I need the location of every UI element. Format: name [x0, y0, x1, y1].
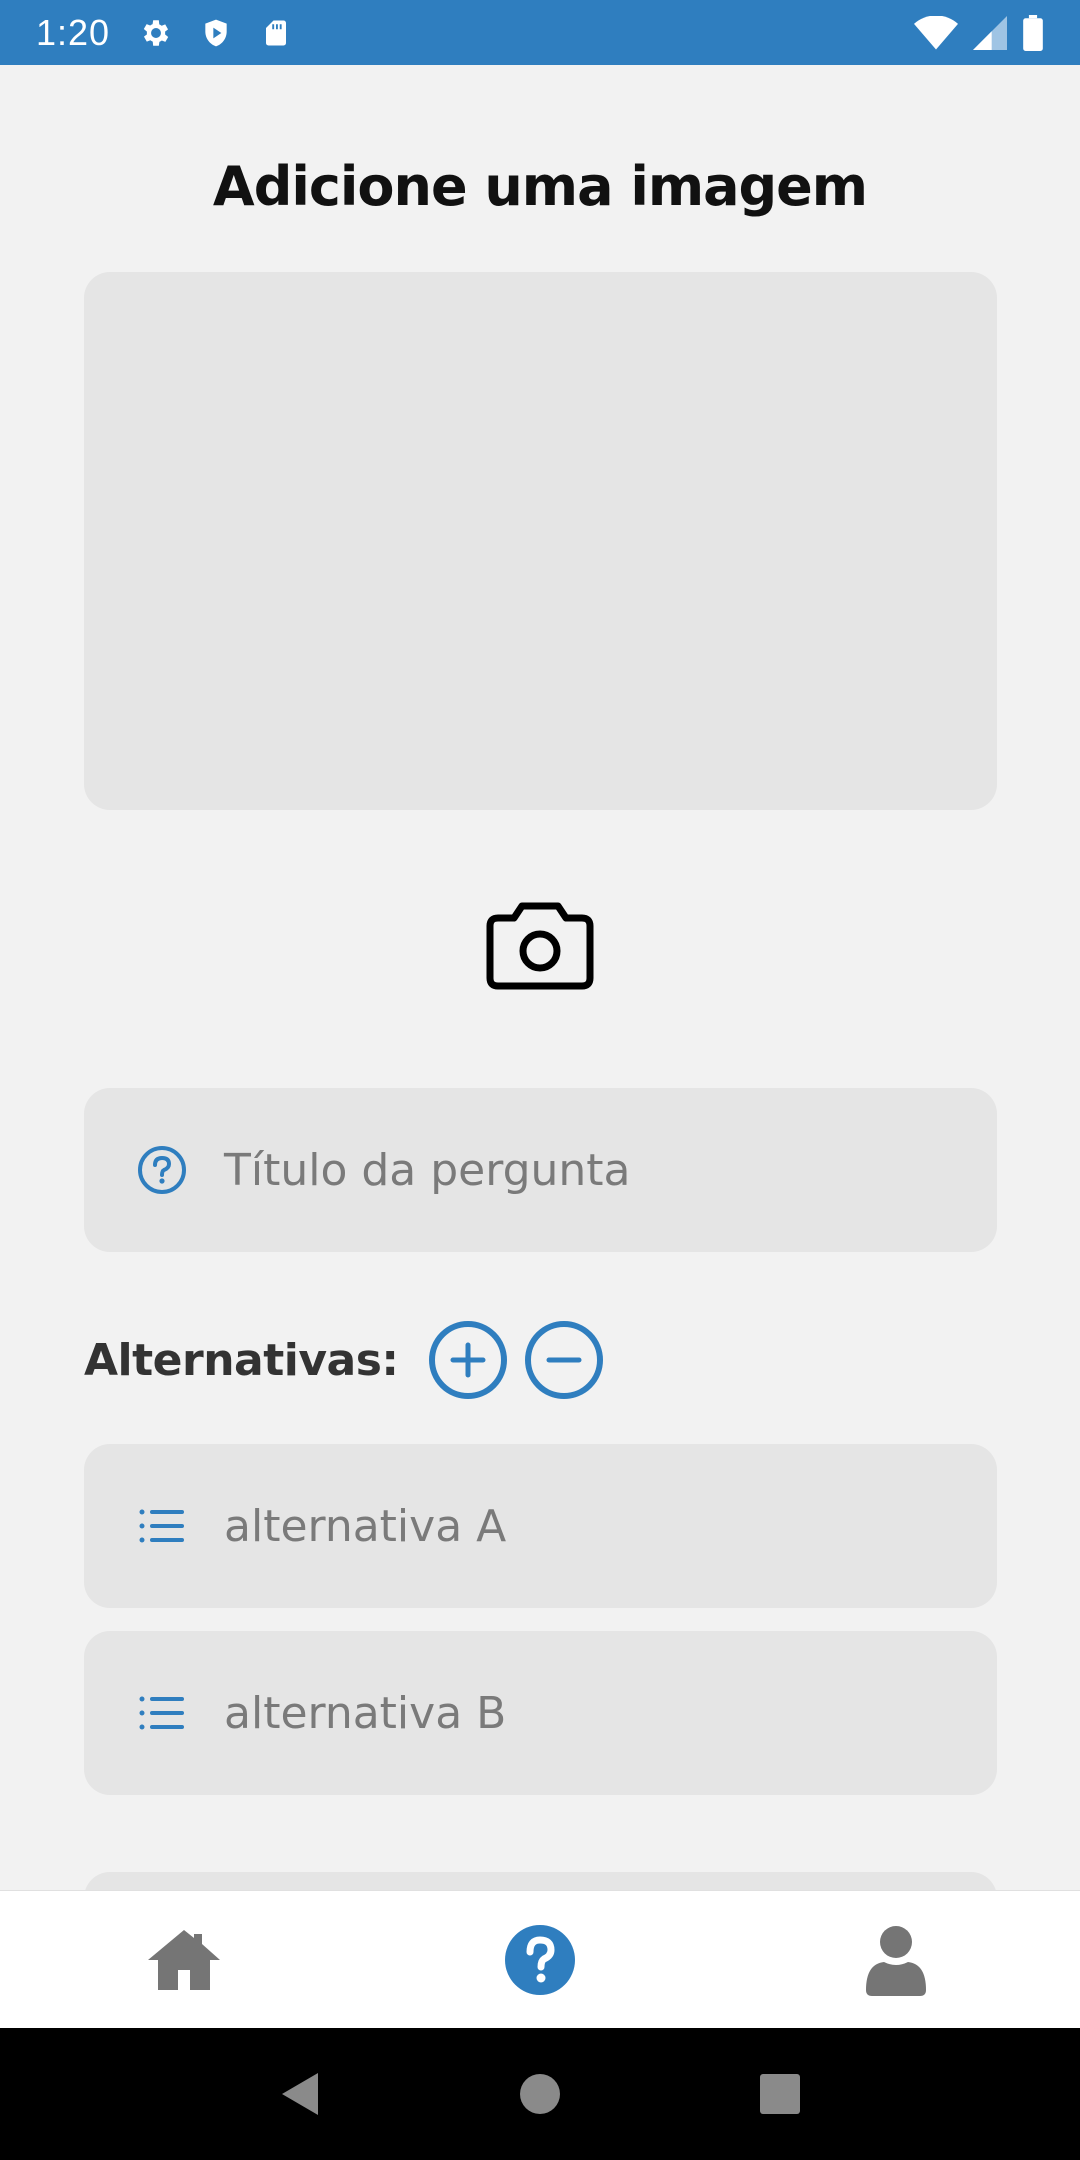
battery-icon	[1022, 14, 1044, 51]
alternatives-header: Alternativas:	[84, 1320, 621, 1400]
help-circle-icon	[134, 1142, 190, 1198]
nav-profile[interactable]	[856, 1920, 936, 2000]
image-preview-area[interactable]	[84, 272, 997, 810]
minus-icon	[546, 1357, 581, 1363]
home-icon	[148, 1929, 220, 1990]
question-title-placeholder: Título da pergunta	[224, 1144, 631, 1196]
status-icons-right	[914, 14, 1044, 51]
list-icon	[134, 1498, 190, 1554]
alternative-b-text: alternativa B	[224, 1687, 507, 1739]
alternative-b-field[interactable]: alternativa B	[84, 1631, 997, 1795]
sd-card-icon	[258, 15, 294, 51]
system-recents-button[interactable]	[750, 2064, 810, 2124]
nav-home[interactable]	[144, 1920, 224, 2000]
shield-icon	[198, 15, 234, 51]
user-icon	[866, 1925, 926, 1996]
back-triangle-icon	[282, 2073, 318, 2115]
home-circle-icon	[520, 2074, 560, 2114]
plus-icon	[450, 1342, 485, 1378]
signal-icon	[972, 15, 1008, 50]
alternative-a-text: alternativa A	[224, 1500, 507, 1552]
wifi-icon	[914, 15, 958, 50]
system-navigation-bar	[0, 2028, 1080, 2160]
alternatives-label: Alternativas:	[84, 1334, 399, 1386]
status-time: 1:20	[36, 11, 111, 53]
status-icons-left	[138, 15, 294, 51]
nav-questions[interactable]	[500, 1920, 580, 2000]
camera-button[interactable]	[482, 898, 598, 998]
alternative-a-field[interactable]: alternativa A	[84, 1444, 997, 1608]
status-bar: 1:20	[0, 0, 1080, 65]
question-icon	[505, 1924, 575, 1995]
camera-icon	[482, 898, 598, 998]
question-title-field[interactable]: Título da pergunta	[84, 1088, 997, 1252]
remove-alternative-button[interactable]	[524, 1321, 603, 1399]
list-icon	[134, 1685, 190, 1741]
add-alternative-button[interactable]	[428, 1321, 507, 1399]
page-title: Adicione uma imagem	[212, 155, 868, 218]
recents-square-icon	[760, 2074, 800, 2114]
system-back-button[interactable]	[270, 2064, 330, 2124]
system-home-button[interactable]	[510, 2064, 570, 2124]
bottom-navigation	[0, 1890, 1080, 2028]
gear-icon	[138, 15, 174, 51]
